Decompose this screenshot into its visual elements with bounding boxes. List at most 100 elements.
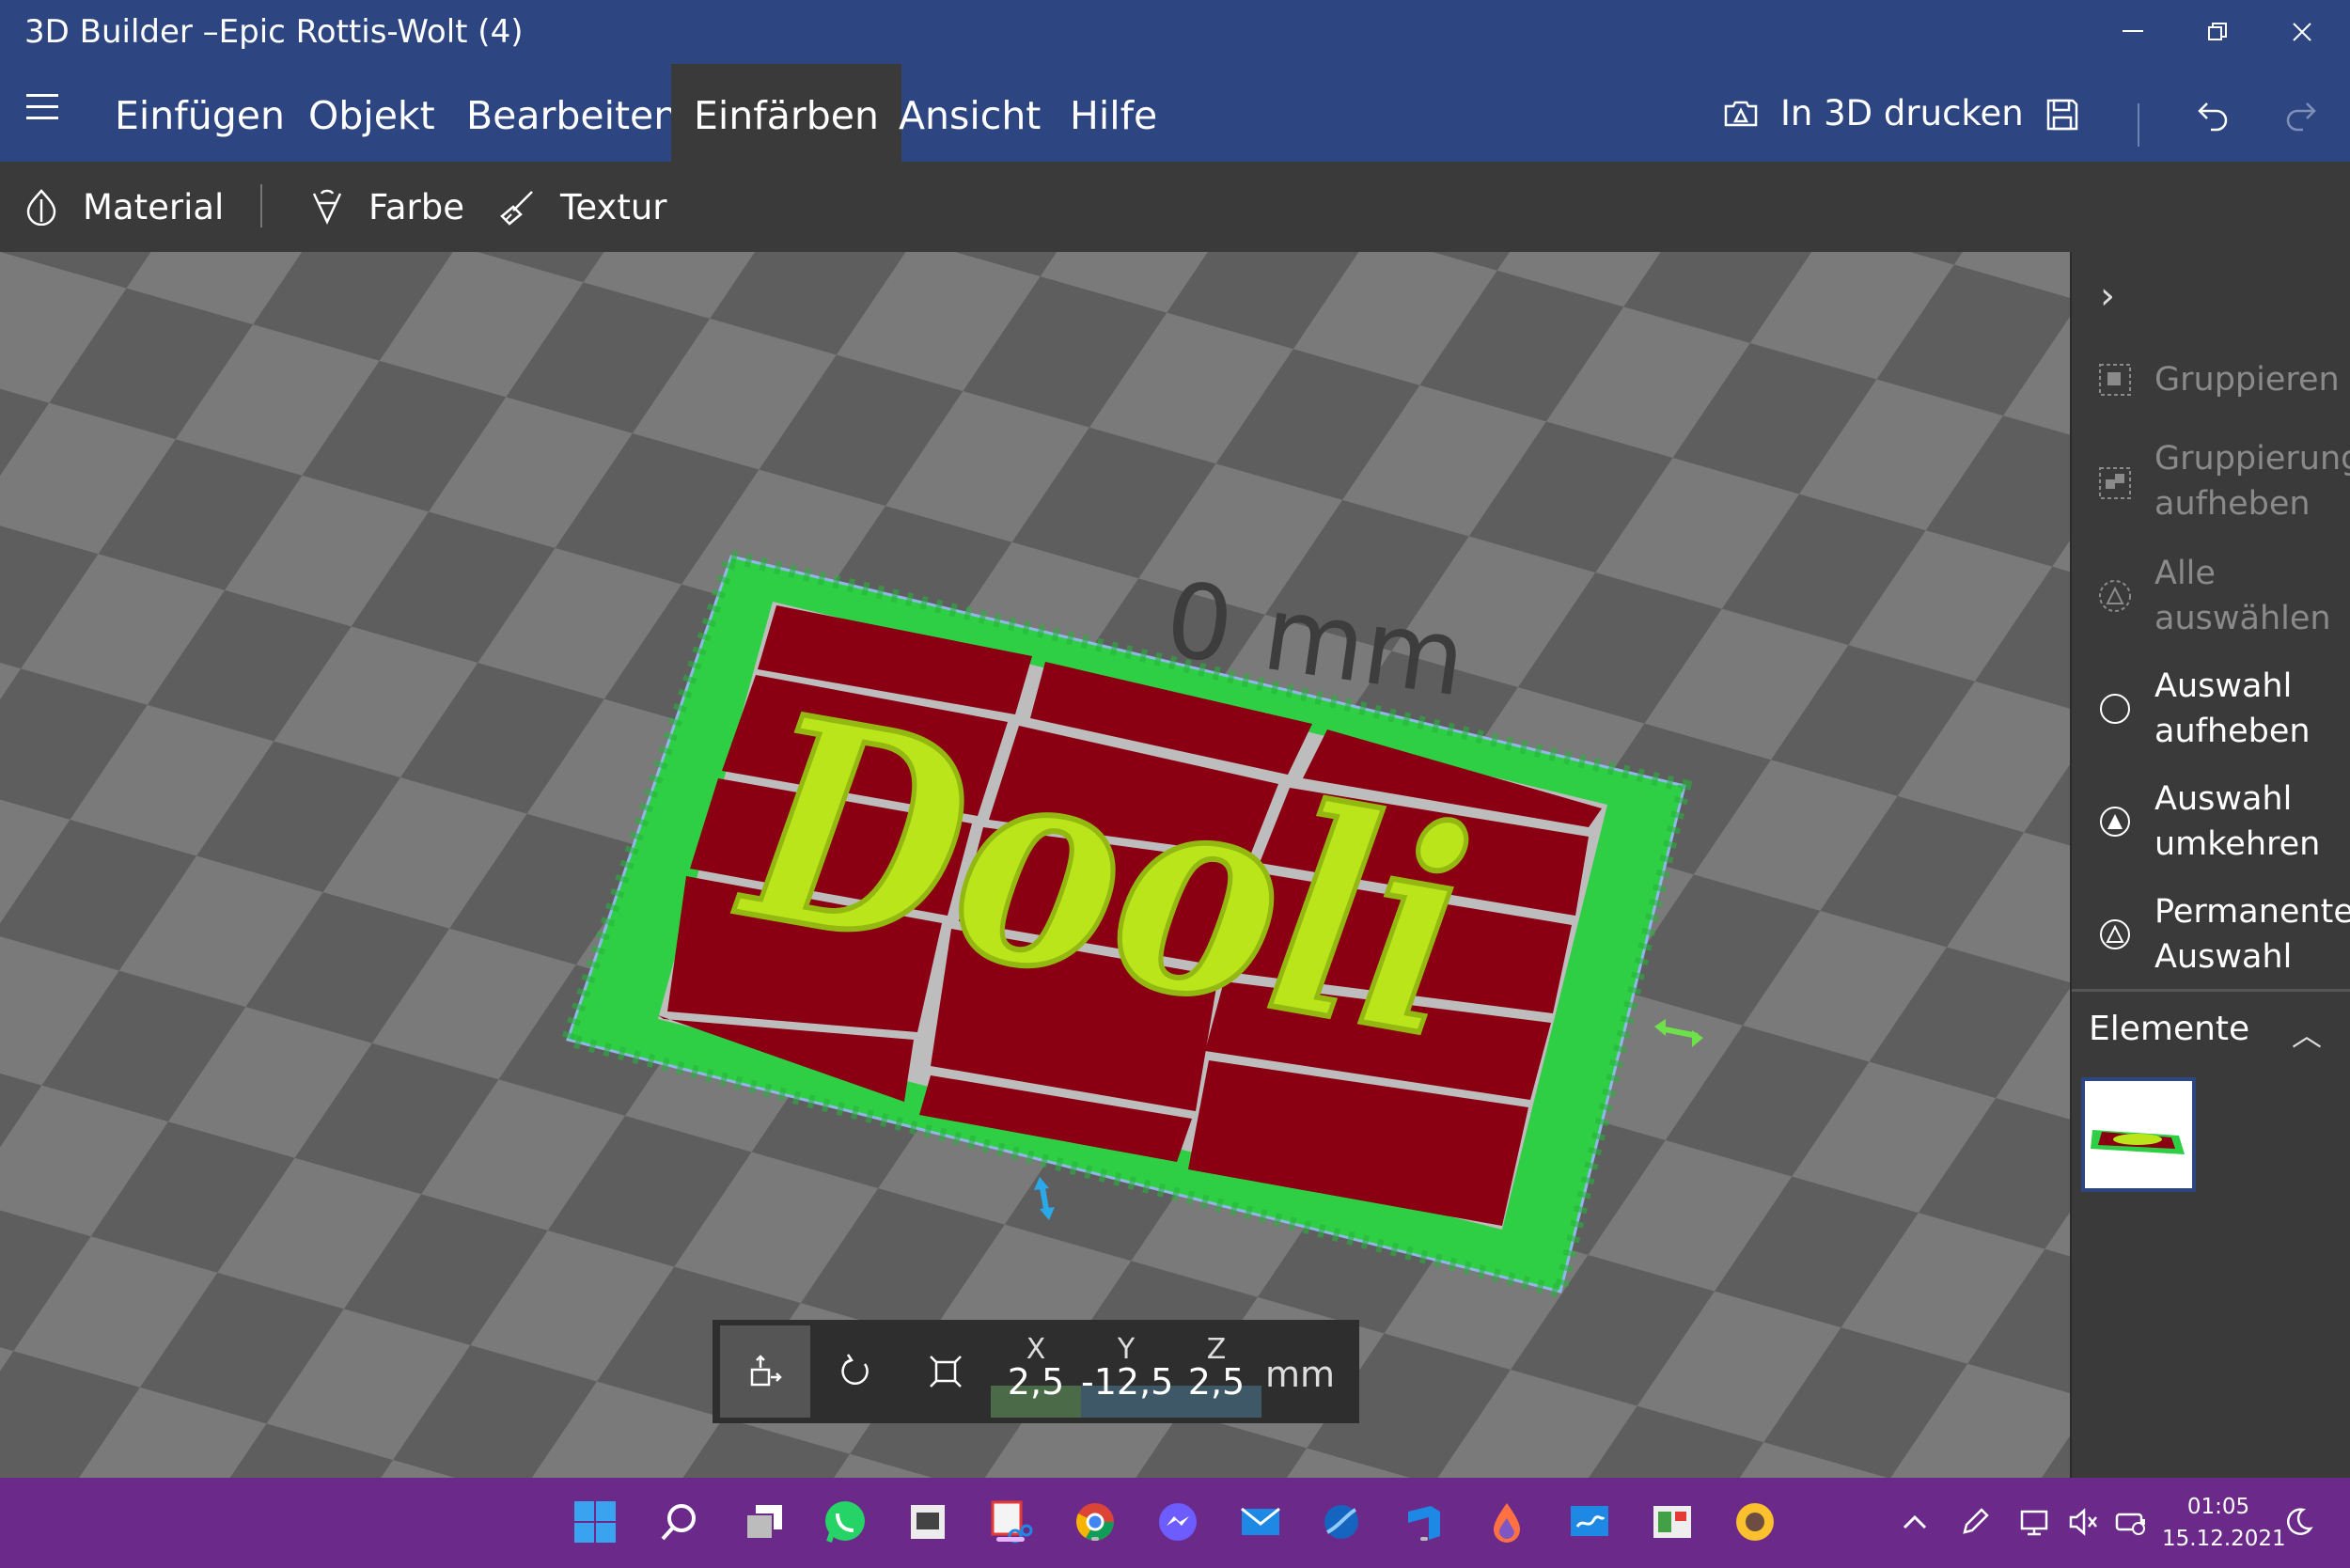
pen-menu-button[interactable] bbox=[1950, 1497, 2000, 1547]
save-button[interactable] bbox=[2034, 86, 2091, 143]
hamburger-menu-icon[interactable] bbox=[26, 94, 58, 132]
mail-icon bbox=[1241, 1507, 1280, 1535]
unit-label[interactable]: mm bbox=[1265, 1354, 1335, 1395]
gruppierung-aufheben-button[interactable]: Gruppierung aufheben bbox=[2072, 436, 2350, 530]
transform-toolbar: X 2,5 Y -12,5 Z 2,5 mm bbox=[713, 1320, 1359, 1423]
auswahl-umkehren-button[interactable]: Auswahl umkehren bbox=[2072, 776, 2350, 870]
running-app-indicator bbox=[1091, 1537, 1099, 1541]
alle-auswaehlen-button[interactable]: Alle auswählen bbox=[2072, 551, 2350, 645]
textur-button[interactable]: Textur bbox=[498, 162, 667, 252]
menu-bar: Einfügen Objekt Bearbeiten Einfärben Ans… bbox=[0, 64, 2350, 162]
toolbar-separator bbox=[2138, 103, 2139, 147]
clock-time: 01:05 bbox=[2186, 1495, 2250, 1519]
gruppieren-label: Gruppieren bbox=[2154, 361, 2340, 399]
volume-button[interactable] bbox=[2059, 1497, 2109, 1547]
scale-tool-button[interactable] bbox=[901, 1325, 991, 1418]
collapse-panel-chevron-icon[interactable]: › bbox=[2100, 274, 2115, 318]
x-coordinate-field[interactable]: X 2,5 bbox=[991, 1325, 1081, 1418]
print-3d-icon bbox=[1724, 101, 1758, 127]
model-thumbnail-image bbox=[2091, 1130, 2185, 1154]
windows-logo-icon bbox=[574, 1501, 616, 1543]
menu-bearbeiten[interactable]: Bearbeiten bbox=[444, 64, 700, 162]
y-coordinate-field[interactable]: Y -12,5 bbox=[1081, 1325, 1173, 1418]
invert-selection-icon bbox=[2100, 807, 2130, 837]
messenger-icon bbox=[1159, 1503, 1197, 1541]
sunflower-app[interactable] bbox=[1730, 1497, 1780, 1547]
farbe-button[interactable]: Farbe bbox=[310, 162, 464, 252]
save-icon bbox=[2046, 99, 2078, 131]
undo-button[interactable] bbox=[2185, 86, 2241, 143]
menu-hilfe[interactable]: Hilfe bbox=[1047, 64, 1180, 162]
z-coordinate-field[interactable]: Z 2,5 bbox=[1171, 1325, 1261, 1418]
search-button[interactable] bbox=[654, 1497, 705, 1547]
color-ribbon: Material Farbe Textur bbox=[0, 162, 2350, 252]
task-view-button[interactable] bbox=[739, 1497, 790, 1547]
calculator-app[interactable] bbox=[902, 1497, 953, 1547]
panel-divider bbox=[2072, 989, 2350, 992]
messenger-app[interactable] bbox=[1152, 1497, 1203, 1547]
task-view-icon bbox=[745, 1505, 782, 1540]
windows-taskbar: 01:05 15.12.2021 bbox=[0, 1478, 2350, 1568]
group-icon bbox=[2099, 364, 2131, 396]
x-value: 2,5 bbox=[1007, 1361, 1065, 1403]
menu-ansicht[interactable]: Ansicht bbox=[876, 64, 1063, 162]
rotate-tool-button[interactable] bbox=[810, 1325, 901, 1418]
photos-app[interactable] bbox=[1647, 1497, 1698, 1547]
title-bar: 3D Builder –Epic Rottis-Wolt (4) bbox=[0, 0, 2350, 64]
mail-app[interactable] bbox=[1235, 1497, 1286, 1547]
scale-icon bbox=[930, 1356, 962, 1388]
whatsapp-app[interactable] bbox=[820, 1497, 870, 1547]
element-thumbnail[interactable] bbox=[2081, 1077, 2196, 1192]
network-button[interactable] bbox=[2010, 1497, 2060, 1547]
maximize-button[interactable] bbox=[2175, 0, 2260, 64]
battery-button[interactable] bbox=[2106, 1497, 2156, 1547]
3d-builder-app[interactable] bbox=[1399, 1497, 1449, 1547]
deselect-icon bbox=[2100, 694, 2130, 724]
paint-app[interactable] bbox=[1481, 1497, 1532, 1547]
running-app-indicator bbox=[1420, 1537, 1428, 1541]
minimize-button[interactable] bbox=[2091, 0, 2175, 64]
photo-viewer-icon bbox=[1653, 1506, 1691, 1538]
chrome-app[interactable] bbox=[1070, 1497, 1120, 1547]
material-icon bbox=[26, 189, 56, 226]
elemente-header[interactable]: Elemente bbox=[2089, 1010, 2249, 1048]
material-button[interactable]: Material bbox=[24, 162, 224, 252]
3d-viewport[interactable]: Dooli 0 mm bbox=[0, 252, 2070, 1478]
whiteboard-app[interactable] bbox=[1564, 1497, 1615, 1547]
menu-einfaerben[interactable]: Einfärben bbox=[671, 64, 901, 162]
globe-icon bbox=[1324, 1505, 1358, 1539]
permanent-selection-icon bbox=[2100, 919, 2130, 949]
ungroup-icon bbox=[2099, 467, 2131, 499]
taskbar-clock[interactable]: 01:05 15.12.2021 bbox=[2162, 1491, 2286, 1555]
chevron-up-icon[interactable]: ︿ bbox=[2292, 1011, 2322, 1055]
menu-einfuegen[interactable]: Einfügen bbox=[92, 64, 307, 162]
focus-assist-button[interactable] bbox=[2273, 1497, 2324, 1547]
ribbon-separator bbox=[260, 184, 262, 227]
permanente-auswahl-button[interactable]: Permanente Auswahl bbox=[2072, 889, 2350, 983]
auswahl-aufheben-button[interactable]: Auswahl aufheben bbox=[2072, 664, 2350, 758]
paint-drop-icon bbox=[1494, 1503, 1520, 1543]
gruppieren-button[interactable]: Gruppieren bbox=[2072, 357, 2350, 414]
show-hidden-icons-button[interactable] bbox=[1889, 1497, 1940, 1547]
active-app-indicator bbox=[996, 1537, 1025, 1542]
print-3d-label: In 3D drucken bbox=[1780, 92, 2024, 133]
search-icon bbox=[661, 1504, 696, 1541]
menu-objekt[interactable]: Objekt bbox=[286, 64, 458, 162]
scene-canvas: Dooli bbox=[0, 252, 2070, 1478]
print-3d-button[interactable]: In 3D drucken bbox=[1722, 64, 2024, 162]
move-tool-button[interactable] bbox=[720, 1325, 810, 1418]
undo-icon bbox=[2198, 102, 2228, 132]
redo-button[interactable] bbox=[2273, 86, 2329, 143]
browser-app[interactable] bbox=[1316, 1497, 1367, 1547]
volume-muted-icon bbox=[2069, 1508, 2097, 1536]
start-button[interactable] bbox=[570, 1497, 620, 1547]
snipping-tool-app[interactable] bbox=[985, 1497, 1036, 1547]
z-value: 2,5 bbox=[1187, 1361, 1246, 1403]
redo-icon bbox=[2286, 102, 2316, 132]
moon-icon bbox=[2287, 1508, 2313, 1535]
network-icon bbox=[2020, 1510, 2048, 1536]
auswahl-umkehren-label: Auswahl umkehren bbox=[2154, 780, 2321, 863]
gruppierung-aufheben-label: Gruppierung aufheben bbox=[2154, 440, 2350, 523]
close-button[interactable] bbox=[2260, 0, 2344, 64]
minimize-icon bbox=[2123, 30, 2143, 32]
